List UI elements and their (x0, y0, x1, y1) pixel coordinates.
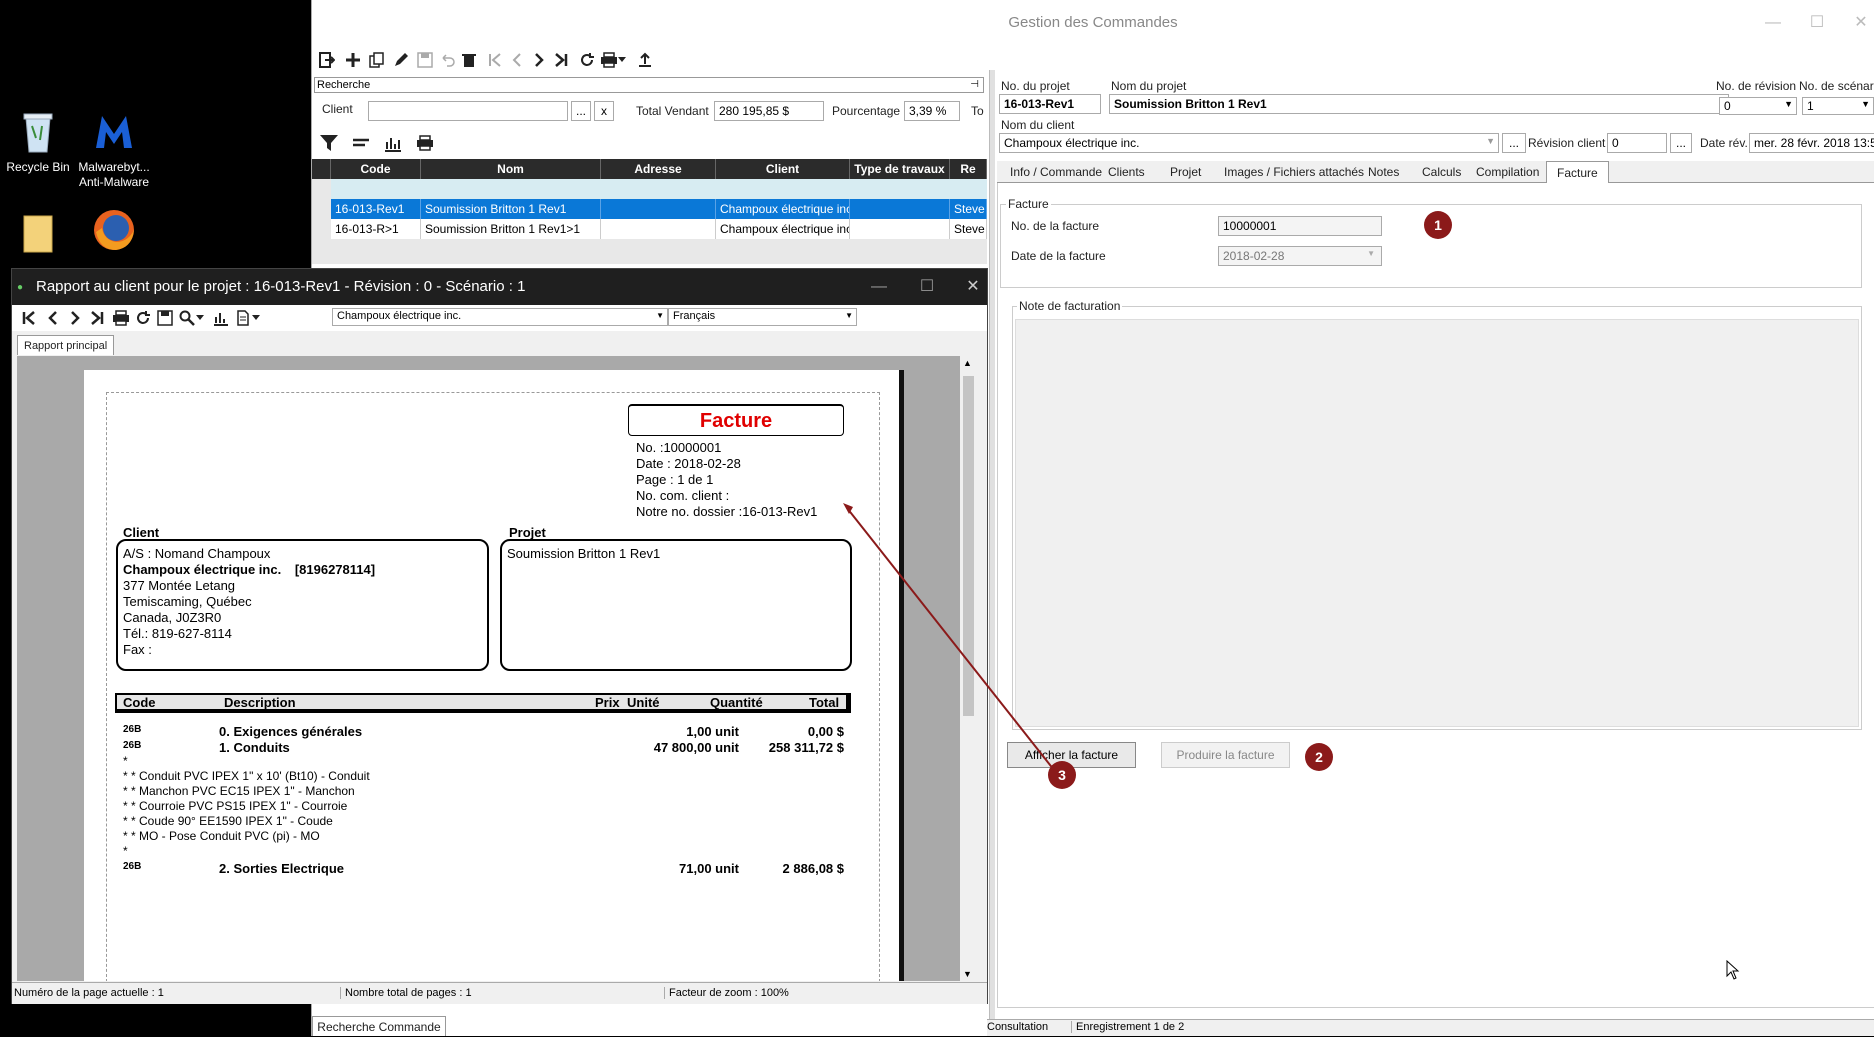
annotation-arrow (843, 503, 1055, 771)
